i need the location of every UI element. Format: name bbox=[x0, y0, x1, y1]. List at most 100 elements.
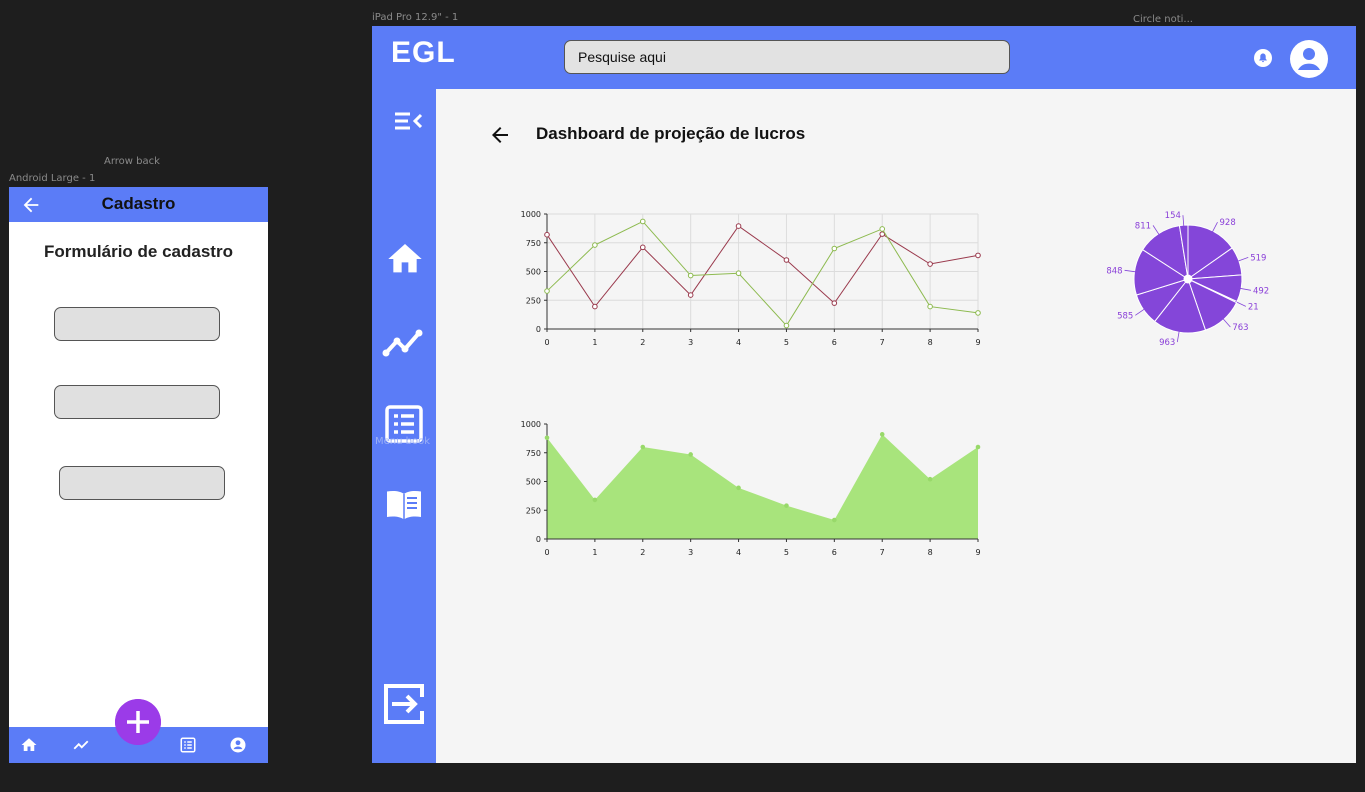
data-point bbox=[831, 300, 838, 306]
series-line-2 bbox=[546, 220, 979, 327]
arrow-back-frame-label: Arrow back bbox=[104, 156, 160, 167]
android-header: Cadastro bbox=[9, 187, 268, 222]
y-tick-label: 500 bbox=[526, 268, 541, 277]
data-point bbox=[927, 476, 933, 482]
y-tick-label: 1000 bbox=[521, 210, 541, 219]
x-tick-label: 9 bbox=[975, 338, 980, 347]
data-point bbox=[687, 292, 694, 298]
data-point bbox=[832, 517, 837, 523]
x-tick-label: 5 bbox=[784, 338, 789, 347]
x-tick-label: 5 bbox=[784, 548, 789, 557]
x-tick-label: 4 bbox=[736, 338, 741, 347]
android-frame-label: Android Large - 1 bbox=[9, 173, 96, 184]
pie-slice-label: 928 bbox=[1220, 218, 1236, 228]
y-tick-label: 250 bbox=[526, 506, 541, 515]
series-line-1 bbox=[546, 225, 979, 308]
menu-collapse-icon[interactable] bbox=[392, 109, 424, 133]
data-point bbox=[879, 432, 885, 437]
data-point bbox=[927, 261, 933, 267]
profile-avatar-icon[interactable] bbox=[1289, 39, 1329, 79]
menu-book-icon[interactable] bbox=[385, 489, 423, 521]
form-field-3[interactable] bbox=[59, 466, 225, 500]
x-tick-label: 7 bbox=[880, 338, 885, 347]
data-point bbox=[544, 231, 550, 238]
pie-leader-line bbox=[1211, 222, 1218, 234]
data-point bbox=[783, 322, 790, 329]
line-chart: 0 250 500 750 1000 0 1 2 3 4 5 6 7 8 9 bbox=[521, 210, 981, 347]
data-point bbox=[783, 257, 790, 263]
data-point bbox=[639, 218, 646, 225]
data-point bbox=[879, 226, 886, 232]
account-icon[interactable] bbox=[229, 736, 247, 754]
x-tick-label: 1 bbox=[592, 338, 597, 347]
x-tick-label: 4 bbox=[736, 548, 741, 557]
trending-icon[interactable] bbox=[381, 322, 425, 362]
top-header: EGL Pesquise aqui bbox=[372, 26, 1356, 89]
x-tick-label: 3 bbox=[688, 548, 693, 557]
x-tick-label: 7 bbox=[880, 548, 885, 557]
x-tick-label: 8 bbox=[928, 338, 933, 347]
circle-noti-frame-label: Circle noti... bbox=[1133, 14, 1193, 25]
y-tick-label: 0 bbox=[536, 325, 541, 334]
arrow-back-icon[interactable] bbox=[488, 123, 512, 147]
pie-chart: 928 519 492 21 763 963 585 848 811 154 bbox=[1106, 211, 1269, 348]
pie-slice-label: 811 bbox=[1135, 221, 1151, 231]
pie-center-dot bbox=[1183, 274, 1193, 284]
add-fab-button[interactable] bbox=[115, 699, 161, 745]
trending-icon[interactable] bbox=[72, 736, 90, 754]
pie-slice-label: 492 bbox=[1253, 286, 1269, 296]
data-point bbox=[592, 497, 598, 503]
data-point bbox=[975, 444, 981, 450]
menu-book-layer-label: Menu book bbox=[375, 436, 431, 447]
form-field-1[interactable] bbox=[54, 307, 220, 341]
data-point bbox=[975, 252, 981, 259]
list-icon[interactable] bbox=[179, 736, 197, 754]
x-tick-label: 9 bbox=[975, 548, 980, 557]
y-tick-label: 1000 bbox=[521, 420, 541, 429]
y-tick-label: 0 bbox=[536, 535, 541, 544]
logout-icon[interactable] bbox=[382, 683, 426, 725]
sidebar: Menu book bbox=[372, 89, 436, 763]
data-point bbox=[831, 245, 838, 252]
data-point bbox=[592, 242, 598, 248]
ipad-frame-label: iPad Pro 12.9" - 1 bbox=[372, 12, 459, 23]
y-tick-label: 250 bbox=[526, 296, 541, 305]
x-tick-label: 2 bbox=[640, 548, 645, 557]
data-point bbox=[640, 444, 646, 450]
data-point bbox=[879, 231, 886, 237]
search-input[interactable]: Pesquise aqui bbox=[564, 40, 1010, 74]
x-tick-label: 0 bbox=[544, 338, 549, 347]
pie-slice-label: 585 bbox=[1117, 311, 1133, 321]
pie-slice-label: 963 bbox=[1159, 338, 1175, 348]
y-tick-label: 500 bbox=[526, 478, 541, 487]
form-title: Formulário de cadastro bbox=[44, 242, 233, 261]
pie-slice-label: 519 bbox=[1250, 253, 1266, 263]
data-point bbox=[975, 310, 981, 316]
y-tick-label: 750 bbox=[526, 449, 541, 458]
notification-bell-icon[interactable] bbox=[1254, 49, 1272, 67]
data-point bbox=[592, 303, 598, 310]
data-point bbox=[735, 223, 742, 229]
data-point bbox=[544, 435, 550, 441]
data-point bbox=[736, 485, 741, 491]
pie-slice-label: 763 bbox=[1232, 323, 1248, 333]
x-tick-label: 2 bbox=[640, 338, 645, 347]
pie-leader-line bbox=[1152, 225, 1160, 236]
pie-leader-line bbox=[1135, 308, 1146, 316]
data-point bbox=[735, 270, 742, 277]
x-tick-label: 6 bbox=[832, 548, 837, 557]
form-field-2[interactable] bbox=[54, 385, 220, 419]
data-point bbox=[639, 244, 646, 251]
area-fill bbox=[547, 434, 978, 539]
page-title: Dashboard de projeção de lucros bbox=[536, 124, 806, 143]
x-tick-label: 3 bbox=[688, 338, 693, 347]
android-title: Cadastro bbox=[101, 194, 176, 213]
x-tick-label: 1 bbox=[592, 548, 597, 557]
x-tick-label: 8 bbox=[928, 548, 933, 557]
android-frame: Cadastro Formulário de cadastro bbox=[9, 187, 268, 763]
home-icon[interactable] bbox=[384, 239, 426, 279]
logo: EGL bbox=[391, 36, 456, 69]
area-chart: 0 250 500 750 1000 0 1 2 3 4 5 6 7 8 9 bbox=[521, 420, 981, 557]
home-icon[interactable] bbox=[20, 736, 38, 754]
pie-leader-line bbox=[1234, 300, 1247, 307]
